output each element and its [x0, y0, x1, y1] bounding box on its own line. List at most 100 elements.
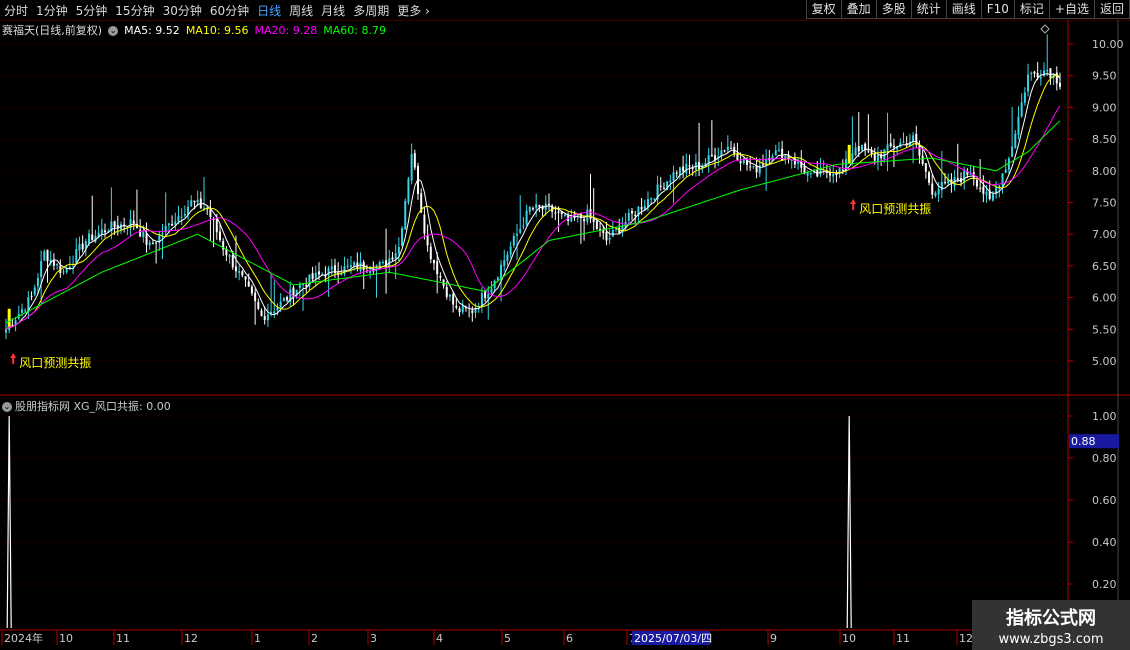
candle-body — [286, 297, 289, 301]
indicator-dropdown-icon[interactable]: ⌄ — [2, 402, 12, 412]
period-tab-1[interactable]: 1分钟 — [36, 2, 68, 19]
candle-body — [669, 180, 672, 183]
candle-body — [333, 265, 336, 274]
tool-button-2[interactable]: 多股 — [875, 0, 912, 19]
candle-body — [359, 262, 362, 271]
candle-body — [1027, 74, 1030, 92]
candle-body — [385, 260, 388, 267]
ma5-line — [5, 73, 1061, 330]
candle-body — [851, 153, 854, 163]
cursor-value-box — [1069, 434, 1119, 449]
candle-body — [349, 265, 352, 268]
period-tab-6[interactable]: 日线 — [257, 2, 281, 19]
candle-body — [480, 293, 483, 306]
candle-body — [822, 169, 825, 171]
candle-body — [1023, 92, 1026, 103]
candle-body — [110, 221, 113, 232]
candle-body — [183, 214, 186, 216]
candle-body — [975, 180, 978, 187]
candle-body — [40, 261, 43, 277]
candle-body — [765, 159, 768, 164]
candle-body — [1046, 69, 1049, 72]
date-label: 12 — [184, 632, 198, 645]
candle-body — [132, 220, 135, 224]
candle-body — [969, 173, 972, 175]
candle-body — [270, 311, 273, 315]
period-tab-5[interactable]: 60分钟 — [210, 2, 249, 19]
candle-body — [714, 155, 717, 160]
candle-body — [512, 235, 515, 246]
period-toolbar: 分时 1分钟 5分钟 15分钟 30分钟 60分钟 日线 周线 月线 多周期 更多 › 复权 叠加 多股… — [0, 0, 1130, 21]
candle-body — [541, 205, 544, 210]
candle-body — [576, 214, 579, 217]
candle-body — [391, 257, 394, 260]
candle-body — [551, 205, 554, 212]
indicator-axis-label: 0.40 — [1092, 536, 1117, 549]
tool-button-7[interactable]: +自选 — [1048, 0, 1095, 19]
candle-body — [560, 211, 563, 215]
tool-button-6[interactable]: 标记 — [1013, 0, 1050, 19]
period-tab-10[interactable]: 更多 › — [397, 2, 430, 19]
period-tab-3[interactable]: 15分钟 — [115, 2, 154, 19]
candle-body — [554, 212, 557, 214]
candle-body — [171, 223, 174, 226]
candle-body — [640, 207, 643, 210]
tool-button-0[interactable]: 复权 — [805, 0, 842, 19]
candle-body — [164, 225, 167, 233]
candle-body — [956, 178, 959, 180]
candle-body — [490, 288, 493, 293]
candle-body — [988, 190, 991, 199]
date-label: 3 — [370, 632, 377, 645]
candle-body — [848, 158, 851, 161]
diamond-icon — [1040, 24, 1050, 34]
tool-button-4[interactable]: 画线 — [945, 0, 982, 19]
candle-body — [244, 276, 247, 280]
ma10-line — [5, 74, 1061, 330]
candle-body — [1001, 173, 1004, 186]
candle-body — [656, 184, 659, 200]
candle-body — [838, 168, 841, 174]
period-tab-0[interactable]: 分时 — [4, 2, 28, 19]
candle-body — [666, 181, 669, 191]
date-label: 9 — [770, 632, 777, 645]
candle-body — [777, 149, 780, 151]
kline-chart[interactable]: 10.00 9.50 9.00 8.50 8.00 7.50 7.00 6.50 6.00 5.5… — [0, 0, 1130, 650]
candle-body — [20, 309, 23, 313]
candle-body — [397, 247, 400, 254]
candle-body — [203, 208, 206, 210]
stock-title: 赛福天(日线,前复权) — [2, 24, 103, 37]
candle-body — [72, 263, 75, 266]
candle-body — [688, 165, 691, 167]
tool-button-8[interactable]: 返回 — [1093, 0, 1130, 19]
candle-body — [353, 262, 356, 266]
candle-body — [730, 147, 733, 149]
indicator-axis-label: 1.00 — [1092, 410, 1117, 423]
candle-body — [905, 142, 908, 146]
candle-body — [84, 241, 87, 249]
period-tab-8[interactable]: 月线 — [321, 2, 345, 19]
candle-body — [123, 224, 126, 226]
candle-body — [177, 215, 180, 222]
candle-body — [931, 183, 934, 195]
candle-body — [394, 253, 397, 260]
period-tab-4[interactable]: 30分钟 — [163, 2, 202, 19]
candle-body — [889, 143, 892, 147]
candle-body — [567, 215, 570, 222]
period-tab-2[interactable]: 5分钟 — [76, 2, 108, 19]
candle-body — [832, 174, 835, 177]
tool-button-1[interactable]: 叠加 — [840, 0, 877, 19]
period-tab-9[interactable]: 多周期 — [353, 2, 389, 19]
date-label: 2024年 — [4, 631, 43, 645]
tool-button-3[interactable]: 统计 — [910, 0, 947, 19]
price-label: 8.00 — [1092, 165, 1117, 178]
candle-body — [302, 284, 305, 286]
tool-button-5[interactable]: F10 — [980, 0, 1015, 19]
candle-body — [758, 165, 761, 174]
period-tab-7[interactable]: 周线 — [289, 2, 313, 19]
candle-body — [212, 218, 215, 221]
candle-body — [599, 228, 602, 230]
candle-body — [781, 148, 784, 161]
candle-body — [148, 242, 151, 246]
candle-body — [528, 206, 531, 212]
dropdown-icon[interactable]: ⌄ — [108, 26, 119, 36]
